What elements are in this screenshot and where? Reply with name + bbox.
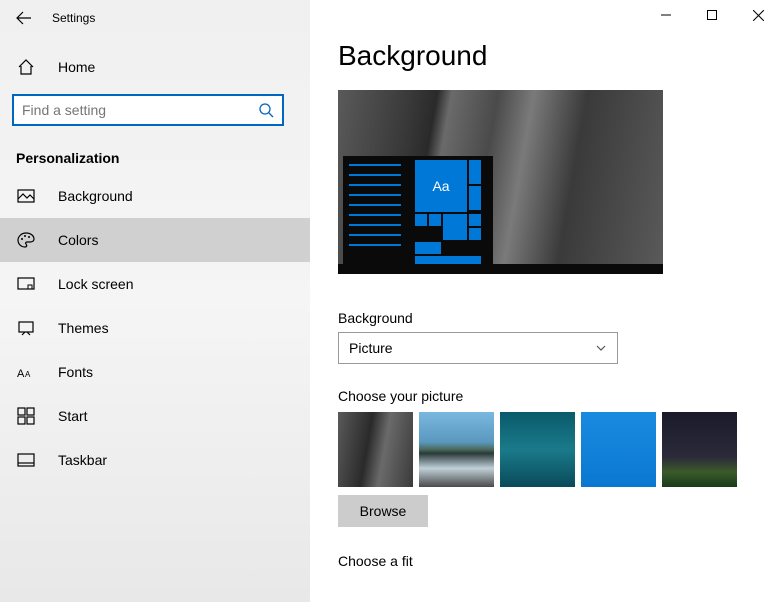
picture-thumb-5[interactable]	[662, 412, 737, 487]
nav-item-themes[interactable]: Themes	[0, 306, 310, 350]
nav-label: Lock screen	[58, 276, 133, 292]
picture-thumb-1[interactable]	[338, 412, 413, 487]
desktop-preview: Aa	[338, 90, 663, 274]
nav-label: Fonts	[58, 364, 93, 380]
home-icon	[16, 58, 36, 76]
nav-item-start[interactable]: Start	[0, 394, 310, 438]
picture-thumb-4[interactable]	[581, 412, 656, 487]
nav-item-colors[interactable]: Colors	[0, 218, 310, 262]
search-container	[0, 86, 310, 134]
app-title: Settings	[52, 11, 95, 25]
back-arrow-icon	[16, 10, 32, 26]
picture-icon	[16, 186, 36, 206]
nav-item-lockscreen[interactable]: Lock screen	[0, 262, 310, 306]
sidebar: Settings Home Personalization Background…	[0, 0, 310, 602]
chevron-down-icon	[595, 342, 607, 354]
main-panel: Background Aa	[310, 0, 781, 569]
preview-start-menu: Aa	[343, 156, 493, 264]
nav-label: Taskbar	[58, 452, 107, 468]
start-icon	[16, 406, 36, 426]
picture-thumb-2[interactable]	[419, 412, 494, 487]
minimize-button[interactable]	[643, 0, 689, 30]
titlebar: Settings	[0, 0, 310, 36]
search-icon	[258, 102, 274, 118]
content-area: Background Aa	[310, 0, 781, 602]
window-controls	[643, 0, 781, 30]
nav-label: Start	[58, 408, 88, 424]
back-button[interactable]	[8, 2, 40, 34]
search-input[interactable]	[22, 102, 258, 118]
themes-icon	[16, 318, 36, 338]
choose-picture-label: Choose your picture	[338, 388, 753, 404]
browse-button[interactable]: Browse	[338, 495, 428, 527]
nav-item-taskbar[interactable]: Taskbar	[0, 438, 310, 482]
picture-thumbnails	[338, 412, 753, 487]
fonts-icon: AA	[16, 362, 36, 382]
background-dropdown[interactable]: Picture	[338, 332, 618, 364]
picture-thumb-3[interactable]	[500, 412, 575, 487]
nav-label: Colors	[58, 232, 98, 248]
taskbar-icon	[16, 450, 36, 470]
svg-text:A: A	[17, 368, 25, 380]
close-icon	[753, 10, 764, 21]
page-title: Background	[338, 40, 753, 72]
minimize-icon	[661, 10, 671, 20]
lockscreen-icon	[16, 274, 36, 294]
preview-taskbar	[338, 264, 663, 274]
background-label: Background	[338, 310, 753, 326]
section-header: Personalization	[0, 134, 310, 174]
palette-icon	[16, 230, 36, 250]
preview-tile-text: Aa	[415, 160, 467, 212]
dropdown-value: Picture	[349, 340, 393, 356]
nav-label: Background	[58, 188, 133, 204]
home-nav[interactable]: Home	[0, 48, 310, 86]
nav-item-fonts[interactable]: AA Fonts	[0, 350, 310, 394]
home-label: Home	[58, 59, 95, 75]
close-button[interactable]	[735, 0, 781, 30]
nav-item-background[interactable]: Background	[0, 174, 310, 218]
nav-label: Themes	[58, 320, 109, 336]
maximize-icon	[707, 10, 717, 20]
search-box[interactable]	[12, 94, 284, 126]
choose-fit-label: Choose a fit	[338, 553, 753, 569]
maximize-button[interactable]	[689, 0, 735, 30]
svg-text:A: A	[25, 370, 31, 379]
